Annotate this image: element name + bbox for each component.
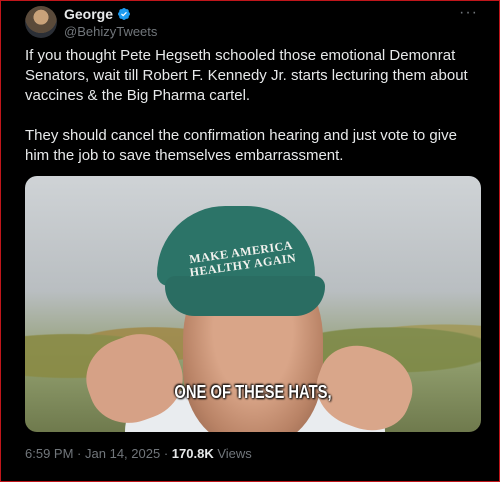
meta-separator: · (163, 446, 169, 461)
views-count: 170.8K (171, 446, 214, 461)
video-caption: ONE OF THESE HATS, (174, 382, 332, 402)
tweet-date[interactable]: Jan 14, 2025 (85, 446, 160, 461)
author-name-row: George (64, 6, 131, 22)
tweet-time[interactable]: 6:59 PM (25, 446, 73, 461)
author-handle[interactable]: @BehizyTweets (64, 24, 157, 39)
author-name[interactable]: George (64, 6, 113, 22)
tweet-meta: 6:59 PM · Jan 14, 2025 · 170.8K Views (25, 446, 252, 461)
avatar[interactable] (25, 6, 57, 38)
meta-separator: · (77, 446, 82, 461)
tweet-paragraph: If you thought Pete Hegseth schooled tho… (25, 47, 468, 104)
more-options-icon[interactable]: ··· (459, 4, 478, 22)
tweet-paragraph: They should cancel the confirmation hear… (25, 127, 457, 164)
views-label: Views (217, 446, 252, 461)
hat-brim (165, 276, 325, 316)
verified-badge-icon (118, 8, 130, 20)
video-media[interactable]: MAKE AMERICA HEALTHY AGAIN ONE OF THESE … (25, 176, 481, 432)
tweet-text: If you thought Pete Hegseth schooled tho… (25, 46, 480, 166)
